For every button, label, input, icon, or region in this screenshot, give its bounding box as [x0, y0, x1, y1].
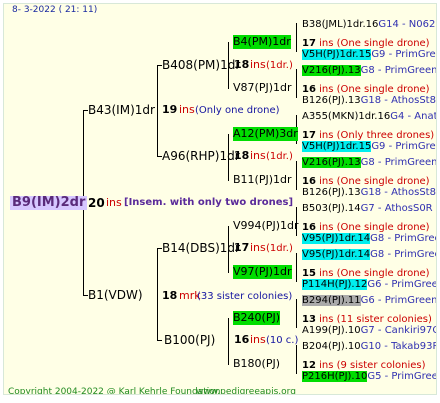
gen3-note: (10 c.) — [266, 335, 299, 346]
gen5-lineage: G4 - Anat11Q — [390, 111, 436, 122]
gen5-queen[interactable]: V216(PJ).13 — [302, 65, 361, 76]
gen3-queen[interactable]: B14(DBS)1dr — [162, 241, 240, 255]
gen5-lineage: G6 - PrimGreen00 — [360, 295, 437, 306]
tree-line — [157, 340, 162, 341]
gen5-queen[interactable]: V5H(PJ)1dr.15 — [302, 141, 372, 152]
gen5-queen[interactable]: B38(JML)1dr.16 — [302, 19, 378, 30]
gen5-queen[interactable]: V216(PJ).13 — [302, 157, 361, 168]
gen5-lineage: G8 - PrimGreen00 — [360, 157, 437, 168]
gen3-note: (1dr.) — [266, 151, 293, 162]
gen4-queen[interactable]: B4(PM)1dr — [233, 35, 291, 49]
gen4-queen[interactable]: B180(PJ) — [233, 357, 280, 371]
root-ins-count: 20 — [88, 196, 105, 210]
gen5-queen[interactable]: A199(PJ).10 — [302, 325, 361, 336]
gen2-queen[interactable]: B1(VDW) — [88, 288, 143, 302]
gen3-count: 18 — [234, 58, 250, 71]
gen3-queen[interactable]: A96(RHP)1dr — [162, 149, 240, 163]
gen5-queen[interactable]: V95(PJ)1dr.14 — [302, 249, 371, 260]
root-ins-label: ins — [106, 196, 122, 209]
tree-line — [296, 299, 297, 328]
gen5-lineage: G9 - PrimGreen00 — [371, 49, 436, 60]
gen5-queen[interactable]: V95(PJ)1dr.14 — [302, 233, 371, 244]
gen5-queen[interactable]: P216H(PJ).10 — [302, 371, 368, 382]
tree-line — [296, 161, 297, 190]
gen2-note: (33 sister colonies) — [197, 291, 293, 302]
gen5-queen[interactable]: B126(PJ).13 — [302, 187, 361, 198]
gen5-lineage: G5 - PrimGreen00 — [367, 371, 437, 382]
gen4-queen[interactable]: B240(PJ) — [233, 311, 281, 325]
gen5-lineage: G9 - PrimGreen00 — [371, 141, 436, 152]
gen5-lineage: G7 - AthosS0R — [360, 203, 433, 214]
tree-line — [228, 318, 229, 365]
gen2-note: (Only one drone) — [195, 105, 280, 116]
tree-line — [296, 69, 297, 98]
gen5-lineage: G7 - Cankiri97Q — [360, 325, 437, 336]
tree-line — [157, 65, 158, 157]
gen4-queen[interactable]: A12(PM)3dr — [233, 127, 298, 141]
gen3-unit: ins — [250, 241, 266, 254]
root-note: [Insem. with only two drones] — [124, 197, 294, 208]
gen5-lineage: G8 - PrimGreen00 — [370, 249, 436, 260]
gen2-count: 19 — [162, 103, 178, 116]
gen2-unit: ins — [179, 103, 195, 116]
tree-line — [296, 23, 297, 52]
tree-line — [157, 248, 158, 341]
gen3-unit: ins — [250, 58, 266, 71]
gen5-lineage: G8 - PrimGreen00 — [360, 65, 437, 76]
gen4-queen[interactable]: V97(PJ)1dr — [233, 265, 292, 279]
footer-site-link[interactable]: www.pedigreeapis.org — [196, 387, 296, 394]
gen4-queen[interactable]: B11(PJ)1dr — [233, 173, 292, 187]
gen3-queen[interactable]: B100(PJ) — [164, 333, 215, 347]
gen5-lineage: G10 - Takab93R — [360, 341, 437, 352]
gen5-queen[interactable]: V5H(PJ)1dr.15 — [302, 49, 372, 60]
gen2-queen[interactable]: B43(IM)1dr — [88, 103, 155, 117]
gen5-lineage: G6 - PrimGreen00 — [367, 279, 437, 290]
tree-line — [296, 345, 297, 374]
gen3-queen[interactable]: B408(PM)1dr — [162, 58, 240, 72]
gen4-queen[interactable]: V87(PJ)1dr — [233, 81, 292, 95]
gen3-count: 16 — [234, 333, 250, 346]
gen2-count: 18 — [162, 289, 178, 302]
gen3-unit: ins — [250, 333, 266, 346]
gen5-lineage: G18 - AthosSt80R — [360, 187, 436, 198]
gen5-queen[interactable]: B294(PJ).11 — [302, 295, 361, 306]
gen5-queen[interactable]: P114H(PJ).12 — [302, 279, 368, 290]
gen3-count: 17 — [234, 241, 250, 254]
footer-copyright: Copyright 2004-2022 @ Karl Kehrle Founda… — [8, 387, 221, 395]
gen4-queen[interactable]: V994(PJ)1dr — [233, 219, 298, 233]
gen3-count: 18 — [234, 149, 250, 162]
gen3-unit: ins — [250, 149, 266, 162]
gen5-lineage: G14 - N06294R — [378, 19, 436, 30]
pedigree-panel: 8- 3-2022 ( 21: 11) B9(IM)2dr 20 ins [In… — [3, 3, 437, 395]
gen5-queen[interactable]: A355(MKN)1dr.16 — [302, 111, 390, 122]
gen5-queen[interactable]: B503(PJ).14 — [302, 203, 361, 214]
gen5-lineage: G18 - AthosSt80R — [360, 95, 436, 106]
root-queen[interactable]: B9(IM)2dr — [10, 196, 88, 210]
gen3-note: (1dr.) — [266, 60, 293, 71]
tree-line — [296, 253, 297, 282]
gen5-lineage: G8 - PrimGreen00 — [370, 233, 436, 244]
gen5-queen[interactable]: B204(PJ).10 — [302, 341, 361, 352]
gen5-queen[interactable]: B126(PJ).13 — [302, 95, 361, 106]
date-stamp: 8- 3-2022 ( 21: 11) — [12, 5, 98, 15]
gen3-note: (1dr.) — [266, 243, 293, 254]
